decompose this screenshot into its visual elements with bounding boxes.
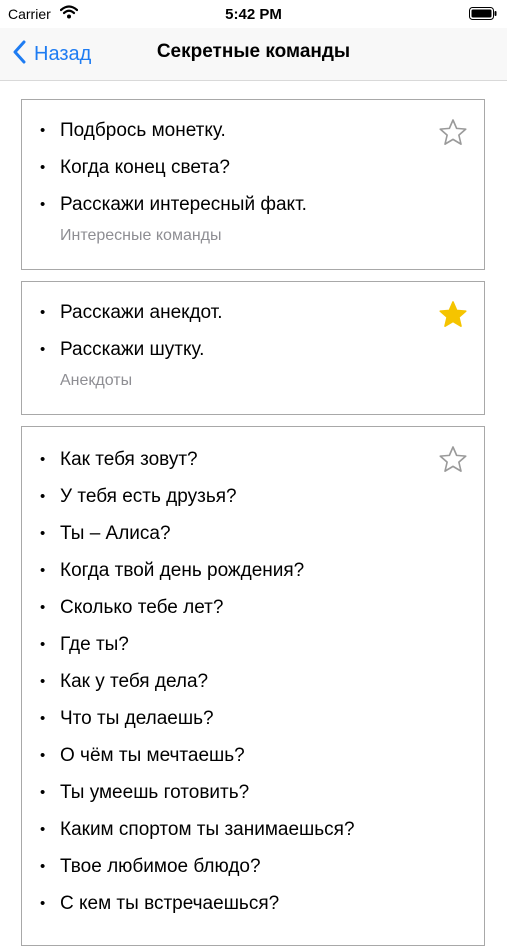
command-item[interactable]: Твое любимое блюдо? [22,848,484,885]
command-card: Подбрось монетку. Когда конец света? Рас… [21,99,485,270]
command-item[interactable]: У тебя есть друзья? [22,478,484,515]
command-item[interactable]: Подбрось монетку. [22,112,484,149]
battery-icon [469,7,497,25]
command-item[interactable]: Что ты делаешь? [22,700,484,737]
status-time: 5:42 PM [225,6,282,23]
command-item[interactable]: О чём ты мечтаешь? [22,737,484,774]
command-item[interactable]: Каким спортом ты занимаешься? [22,811,484,848]
command-item[interactable]: Расскажи интересный факт. [22,186,484,223]
command-item[interactable]: Расскажи анекдот. [22,294,484,331]
command-item[interactable]: Сколько тебе лет? [22,589,484,626]
command-item[interactable]: Расскажи шутку. [22,331,484,368]
category-label: Анекдоты [60,372,133,389]
category-label: Интересные команды [60,227,222,244]
command-item[interactable]: Ты умеешь готовить? [22,774,484,811]
command-item[interactable]: Как тебя зовут? [22,441,484,478]
command-item[interactable]: Как у тебя дела? [22,663,484,700]
page-title: Секретные команды [156,41,351,62]
command-item[interactable]: Когда твой день рождения? [22,552,484,589]
command-card: Расскажи анекдот. Расскажи шутку. Анекдо… [21,281,485,415]
navigation-bar: Назад Секретные команды [0,28,507,81]
status-bar: Carrier 5:42 PM [0,0,507,28]
command-item[interactable]: С кем ты встречаешься? [22,885,484,922]
command-card: Как тебя зовут? У тебя есть друзья? Ты –… [21,426,485,946]
command-item[interactable]: Где ты? [22,626,484,663]
command-item[interactable]: Ты – Алиса? [22,515,484,552]
commands-list[interactable]: Подбрось монетку. Когда конец света? Рас… [0,81,507,946]
command-item[interactable]: Когда конец света? [22,149,484,186]
